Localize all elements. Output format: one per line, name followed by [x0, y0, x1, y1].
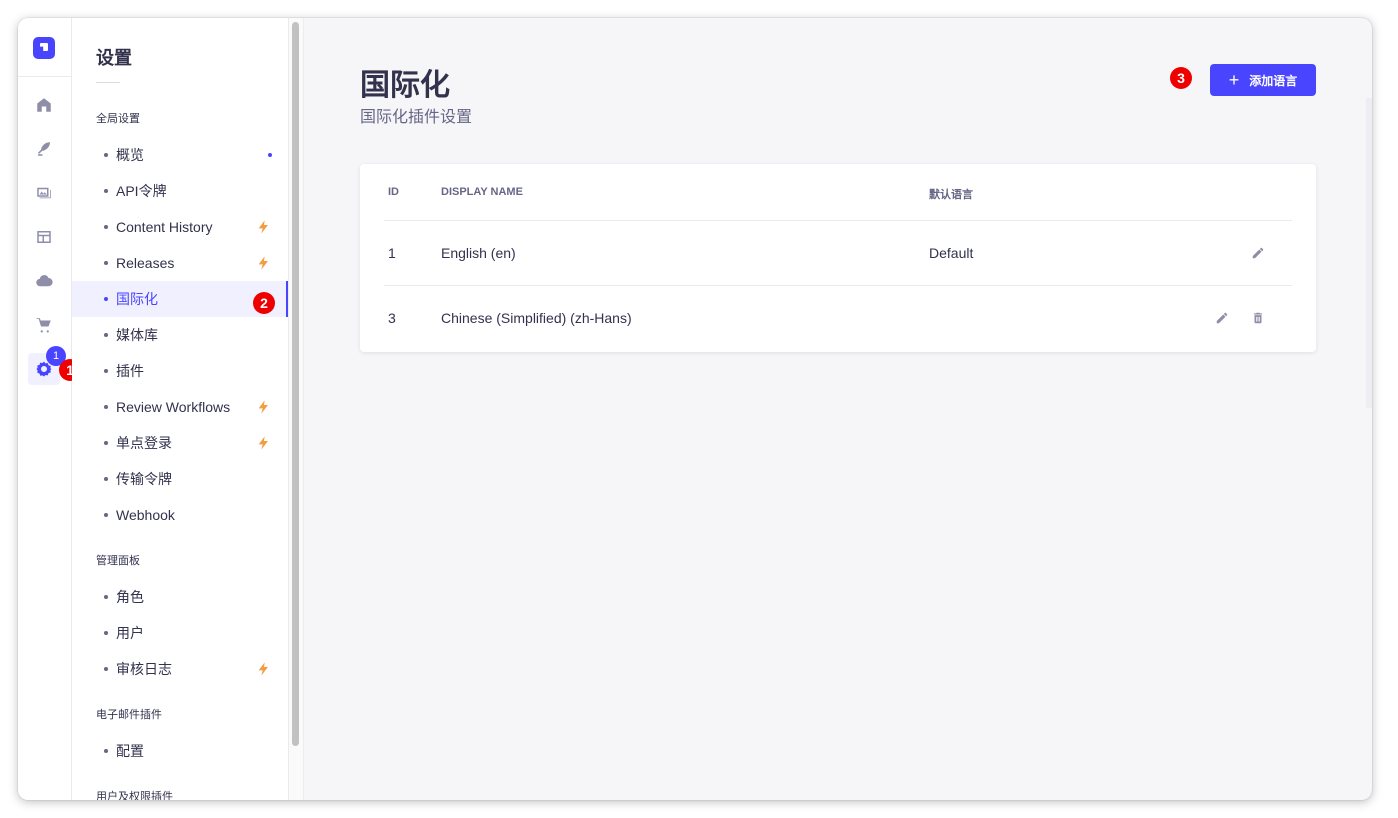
add-locale-button[interactable]: + 添加语言 [1210, 64, 1316, 96]
subnav-title: 设置 [96, 48, 132, 68]
locales-table: ID DISPLAY NAME 默认语言 1 English (en) Defa… [360, 164, 1316, 352]
app-window: 1 1 设置 全局设置 概览 API令牌 Content History Rel… [18, 18, 1372, 800]
bullet-icon [104, 749, 108, 753]
column-header-display-name: DISPLAY NAME [441, 186, 523, 198]
nav-item-webhook[interactable]: Webhook [72, 497, 288, 533]
nav-item-label: Content History [116, 219, 213, 235]
rail-divider [18, 76, 71, 77]
section-label-admin: 管理面板 [96, 555, 140, 567]
nav-item-plugins[interactable]: 插件 [72, 353, 288, 389]
nav-item-label: Releases [116, 255, 175, 271]
add-locale-label: 添加语言 [1249, 73, 1298, 88]
background-window-edge [1366, 98, 1372, 408]
cell-id: 3 [388, 310, 396, 326]
new-indicator-icon [268, 153, 272, 157]
nav-item-label: 配置 [116, 743, 144, 759]
nav-item-overview[interactable]: 概览 [72, 137, 288, 173]
nav-item-label: 用户 [116, 625, 144, 641]
annotation-marker-2: 2 [253, 292, 275, 314]
nav-item-label: 媒体库 [116, 327, 158, 343]
nav-item-api-tokens[interactable]: API令牌 [72, 173, 288, 209]
nav-item-releases[interactable]: Releases [72, 245, 288, 281]
cell-display-name: English (en) [441, 245, 516, 261]
settings-subnav: 设置 全局设置 概览 API令牌 Content History Release… [72, 18, 289, 800]
page-title: 国际化 [360, 69, 450, 102]
lightning-icon [256, 399, 272, 415]
nav-item-label: Webhook [116, 507, 175, 523]
content-type-builder-icon[interactable] [28, 133, 60, 165]
subnav-scrollbar-thumb[interactable] [292, 22, 299, 746]
nav-item-content-history[interactable]: Content History [72, 209, 288, 245]
strapi-logo[interactable] [33, 37, 55, 59]
bullet-icon [104, 441, 108, 445]
page-subtitle: 国际化插件设置 [360, 109, 473, 126]
trash-icon[interactable] [1251, 311, 1267, 327]
bullet-icon [104, 225, 108, 229]
cell-default: Default [929, 245, 974, 261]
subnav-underline [96, 82, 120, 83]
nav-item-users[interactable]: 用户 [72, 615, 288, 651]
nav-item-label: 插件 [116, 363, 144, 379]
nav-item-roles[interactable]: 角色 [72, 579, 288, 615]
main-nav-rail: 1 [18, 18, 72, 800]
bullet-icon [104, 513, 108, 517]
nav-item-email-config[interactable]: 配置 [72, 733, 288, 769]
lightning-icon [256, 661, 272, 677]
nav-item-label: Review Workflows [116, 399, 231, 415]
plus-icon: + [1228, 70, 1240, 90]
bullet-icon [104, 369, 108, 373]
nav-item-review-workflows[interactable]: Review Workflows [72, 389, 288, 425]
table-divider [384, 220, 1292, 221]
nav-item-label: 单点登录 [116, 435, 172, 451]
cell-display-name: Chinese (Simplified) (zh-Hans) [441, 310, 632, 326]
cloud-icon[interactable] [28, 265, 60, 297]
bullet-icon [104, 405, 108, 409]
lightning-icon [256, 435, 272, 451]
edit-icon[interactable] [1215, 311, 1231, 327]
lightning-icon [256, 255, 272, 271]
nav-item-audit-logs[interactable]: 审核日志 [72, 651, 288, 687]
home-icon[interactable] [28, 89, 60, 121]
bullet-icon [104, 631, 108, 635]
section-label-email: 电子邮件插件 [96, 709, 162, 721]
nav-item-label: 角色 [116, 589, 144, 605]
edit-icon[interactable] [1251, 246, 1267, 262]
column-header-id: ID [388, 186, 399, 198]
nav-item-label: 审核日志 [116, 661, 172, 677]
lightning-icon [256, 219, 272, 235]
marketplace-icon[interactable] [28, 309, 60, 341]
main-content: 国际化 国际化插件设置 3 + 添加语言 ID DISPLAY NAME 默认语… [304, 18, 1372, 800]
nav-item-label: API令牌 [116, 183, 167, 199]
bullet-icon [104, 153, 108, 157]
content-manager-icon[interactable] [28, 221, 60, 253]
cell-id: 1 [388, 245, 396, 261]
bullet-icon [104, 595, 108, 599]
nav-item-sso[interactable]: 单点登录 [72, 425, 288, 461]
bullet-icon [104, 667, 108, 671]
nav-item-media-library[interactable]: 媒体库 [72, 317, 288, 353]
bullet-icon [104, 477, 108, 481]
nav-item-label: 概览 [116, 147, 144, 163]
section-label-global: 全局设置 [96, 113, 140, 125]
nav-item-label: 传输令牌 [116, 471, 172, 487]
table-divider [384, 285, 1292, 286]
section-label-users-permissions: 用户及权限插件 [96, 791, 173, 800]
bullet-icon [104, 297, 108, 301]
bullet-icon [104, 333, 108, 337]
bullet-icon [104, 189, 108, 193]
bullet-icon [104, 261, 108, 265]
nav-item-label: 国际化 [116, 291, 158, 307]
nav-item-transfer-tokens[interactable]: 传输令牌 [72, 461, 288, 497]
column-header-default: 默认语言 [929, 189, 973, 201]
media-library-icon[interactable] [28, 177, 60, 209]
annotation-marker-3: 3 [1170, 67, 1192, 89]
